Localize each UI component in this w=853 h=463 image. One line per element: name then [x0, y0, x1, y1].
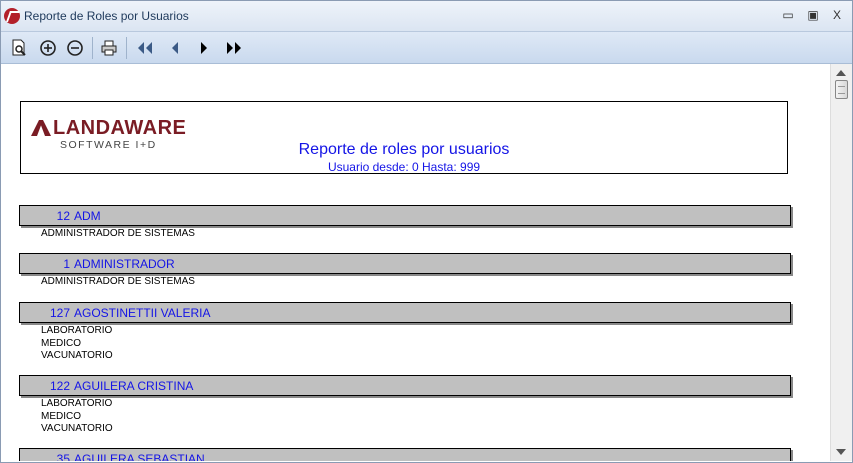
last-page-button[interactable]: [223, 37, 245, 59]
toolbar: [1, 32, 852, 64]
report-window: Reporte de Roles por Usuarios ▭ ▣ X LAND…: [0, 0, 853, 463]
role-item: LABORATORIO: [41, 325, 113, 336]
report-subtitle: Usuario desde: 0 Hasta: 999: [327, 160, 481, 174]
print-icon: [101, 40, 117, 56]
role-item: ADMINISTRADOR DE SISTEMAS: [41, 276, 195, 287]
user-block: 122 AGUILERA CRISTINA LABORATORIO MEDICO…: [19, 375, 819, 436]
user-header: 1 ADMINISTRADOR: [19, 253, 791, 274]
first-page-button[interactable]: [134, 37, 156, 59]
maximize-button[interactable]: ▣: [802, 6, 824, 24]
zoom-in-icon: [40, 40, 56, 56]
role-item: MEDICO: [41, 410, 81, 422]
role-item: VACUNATORIO: [41, 350, 113, 361]
title-bar[interactable]: Reporte de Roles por Usuarios ▭ ▣ X: [1, 1, 852, 32]
report-page[interactable]: LANDAWARE SOFTWARE I+D Reporte de roles …: [3, 64, 829, 461]
close-button[interactable]: X: [826, 6, 848, 24]
zoom-out-icon: [67, 40, 83, 56]
user-name: AGUILERA SEBASTIAN: [74, 452, 205, 461]
toolbar-separator: [92, 37, 93, 59]
next-page-icon: [201, 42, 207, 54]
previous-page-button[interactable]: [164, 37, 186, 59]
role-item: LABORATORIO: [41, 398, 113, 409]
toolbar-separator: [126, 37, 127, 59]
previous-page-icon: [172, 42, 178, 54]
user-name: AGOSTINETTII VALERIA: [74, 306, 211, 320]
user-header: 35 AGUILERA SEBASTIAN: [19, 448, 791, 461]
role-item: ADMINISTRADOR DE SISTEMAS: [41, 228, 195, 239]
user-block: 127 AGOSTINETTII VALERIA LABORATORIO MED…: [19, 302, 819, 363]
user-header: 122 AGUILERA CRISTINA: [19, 375, 791, 396]
user-id: 35: [56, 452, 70, 461]
user-header: 12 ADM: [19, 205, 791, 226]
app-logo-icon: [4, 8, 20, 24]
print-preview-button[interactable]: [8, 37, 30, 59]
user-name: ADMINISTRADOR: [74, 257, 175, 271]
user-id: 1: [63, 257, 70, 271]
role-item: VACUNATORIO: [41, 423, 113, 434]
report-title: Reporte de roles por usuarios: [298, 141, 510, 158]
scroll-thumb[interactable]: [835, 80, 848, 99]
user-name: ADM: [74, 209, 101, 223]
minimize-button[interactable]: ▭: [777, 6, 799, 24]
last-page-icon: [227, 42, 241, 54]
scroll-down-icon[interactable]: [836, 449, 846, 455]
zoom-out-button[interactable]: [64, 37, 86, 59]
user-block: 35 AGUILERA SEBASTIAN: [19, 448, 819, 461]
user-name: AGUILERA CRISTINA: [74, 379, 194, 393]
scroll-up-icon[interactable]: [836, 70, 846, 76]
role-item: MEDICO: [41, 337, 81, 349]
logo-brand: LANDAWARE: [53, 117, 187, 139]
user-header: 127 AGOSTINETTII VALERIA: [19, 302, 791, 323]
vertical-scrollbar[interactable]: [830, 64, 852, 461]
user-id: 12: [56, 209, 70, 223]
zoom-in-button[interactable]: [37, 37, 59, 59]
user-id: 122: [49, 379, 70, 393]
first-page-icon: [138, 42, 152, 54]
user-id: 127: [49, 306, 70, 320]
user-block: 1 ADMINISTRADOR ADMINISTRADOR DE SISTEMA…: [19, 253, 819, 289]
window-title: Reporte de Roles por Usuarios: [24, 9, 189, 23]
report-header: LANDAWARE SOFTWARE I+D Reporte de roles …: [20, 101, 788, 174]
logo-mark-icon: [31, 120, 51, 136]
next-page-button[interactable]: [193, 37, 215, 59]
user-block: 12 ADM ADMINISTRADOR DE SISTEMAS: [19, 205, 819, 241]
print-button[interactable]: [98, 37, 120, 59]
print-preview-icon: [12, 39, 26, 56]
